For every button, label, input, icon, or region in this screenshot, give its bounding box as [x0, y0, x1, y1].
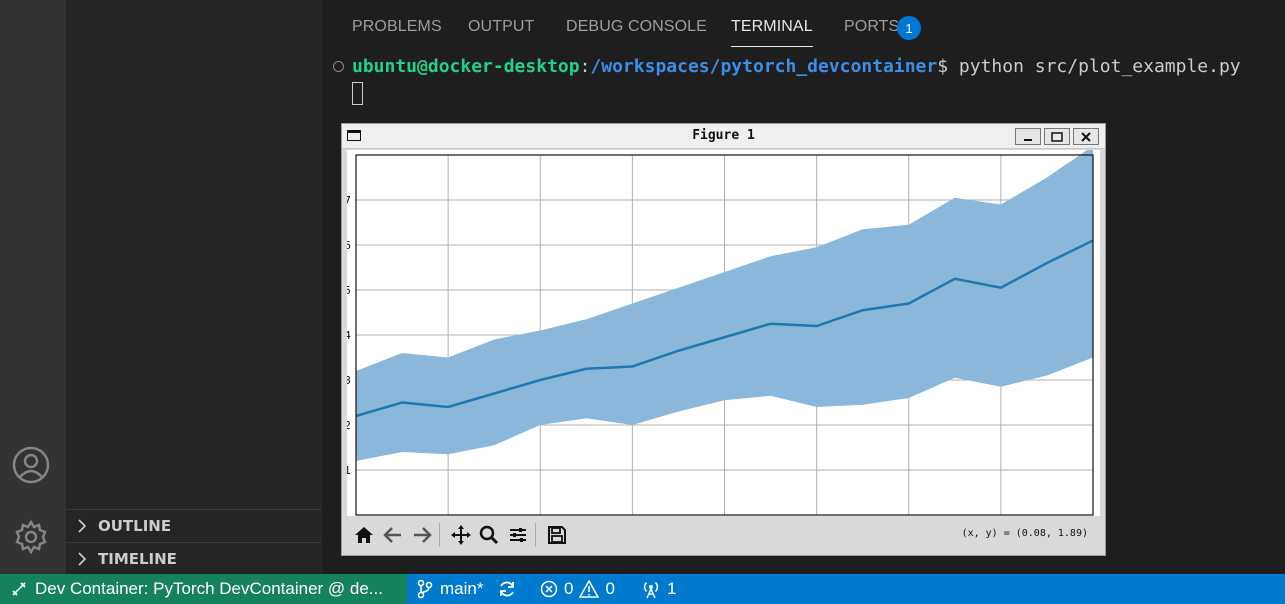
ports-status[interactable]: 1: [641, 574, 676, 604]
branch-label: main*: [440, 579, 484, 598]
sync-button[interactable]: [497, 574, 517, 604]
remote-indicator[interactable]: Dev Container: PyTorch DevContainer @ de…: [0, 574, 407, 604]
command-status-icon[interactable]: [333, 61, 344, 72]
gear-icon[interactable]: [10, 516, 52, 558]
toolbar-separator: [535, 523, 536, 547]
forward-icon[interactable]: [411, 524, 433, 546]
chevron-right-icon: [76, 552, 90, 566]
account-icon[interactable]: [10, 444, 52, 486]
zoom-icon[interactable]: [478, 524, 500, 546]
pan-icon[interactable]: [450, 524, 472, 546]
y-tick-label: 6: [347, 239, 351, 252]
broadcast-icon: [641, 579, 661, 599]
timeline-label: TIMELINE: [98, 550, 177, 568]
error-count: 0: [564, 579, 574, 598]
tab-output[interactable]: OUTPUT: [468, 18, 534, 46]
terminal-user-host: ubuntu@docker-desktop: [352, 56, 580, 77]
figure-titlebar[interactable]: Figure 1: [342, 124, 1105, 149]
maximize-button[interactable]: [1044, 128, 1070, 145]
ports-badge: 1: [897, 16, 921, 40]
y-tick-label: 4: [347, 329, 351, 342]
y-tick-label: 3: [347, 374, 351, 387]
sidebar: OUTLINE TIMELINE: [66, 0, 321, 574]
tab-debug-console[interactable]: DEBUG CONSOLE: [566, 18, 707, 46]
timeline-section[interactable]: TIMELINE: [66, 542, 321, 575]
ports-count: 1: [667, 579, 677, 598]
problems-status[interactable]: 0 0: [540, 574, 615, 604]
branch-status[interactable]: main*: [416, 574, 483, 604]
plot-canvas[interactable]: 7 6 5 4 3 2 1: [344, 146, 1100, 516]
error-icon: [540, 580, 558, 598]
terminal-cursor: [352, 82, 363, 105]
figure-title: Figure 1: [692, 128, 755, 143]
close-button[interactable]: [1073, 128, 1099, 145]
y-tick-label: 2: [347, 419, 351, 432]
figure-window[interactable]: Figure 1 7 6 5 4 3 2 1 (x, y) = (0.08, 1.89): [341, 123, 1106, 556]
minimize-button[interactable]: [1015, 128, 1041, 145]
home-icon[interactable]: [353, 524, 375, 546]
status-bar: Dev Container: PyTorch DevContainer @ de…: [0, 574, 1285, 604]
configure-icon[interactable]: [507, 524, 529, 546]
outline-label: OUTLINE: [98, 517, 172, 535]
chevron-right-icon: [76, 519, 90, 533]
tab-ports[interactable]: PORTS: [844, 18, 899, 46]
back-icon[interactable]: [382, 524, 404, 546]
outline-section[interactable]: OUTLINE: [66, 509, 321, 542]
coords-readout: (x, y) = (0.08, 1.89): [961, 528, 1088, 539]
toolbar-separator: [439, 523, 440, 547]
sync-icon: [497, 579, 517, 599]
warning-icon: [579, 580, 600, 598]
save-icon[interactable]: [546, 524, 568, 546]
remote-label: Dev Container: PyTorch DevContainer @ de…: [35, 579, 383, 598]
terminal-prompt: $: [937, 56, 949, 77]
plot-svg: 7 6 5 4 3 2 1: [344, 146, 1094, 516]
figure-toolbar: (x, y) = (0.08, 1.89): [347, 517, 1100, 551]
activity-bar: [0, 0, 66, 574]
y-tick-label: 5: [347, 284, 351, 297]
tab-terminal[interactable]: TERMINAL: [731, 18, 813, 47]
terminal-sep: :: [579, 56, 591, 77]
remote-icon: [11, 581, 27, 597]
terminal-path: /workspaces/pytorch_devcontainer: [590, 56, 938, 77]
warning-count: 0: [605, 579, 615, 598]
terminal-command: python src/plot_example.py: [948, 56, 1241, 77]
tab-problems[interactable]: PROBLEMS: [352, 18, 442, 46]
y-tick-label: 7: [347, 194, 351, 207]
git-branch-icon: [416, 579, 434, 599]
terminal-command-line[interactable]: ubuntu@docker-desktop:/workspaces/pytorc…: [352, 56, 1241, 77]
y-tick-label: 1: [347, 464, 351, 477]
panel-tabs: PROBLEMS OUTPUT DEBUG CONSOLE TERMINAL P…: [322, 0, 1285, 56]
